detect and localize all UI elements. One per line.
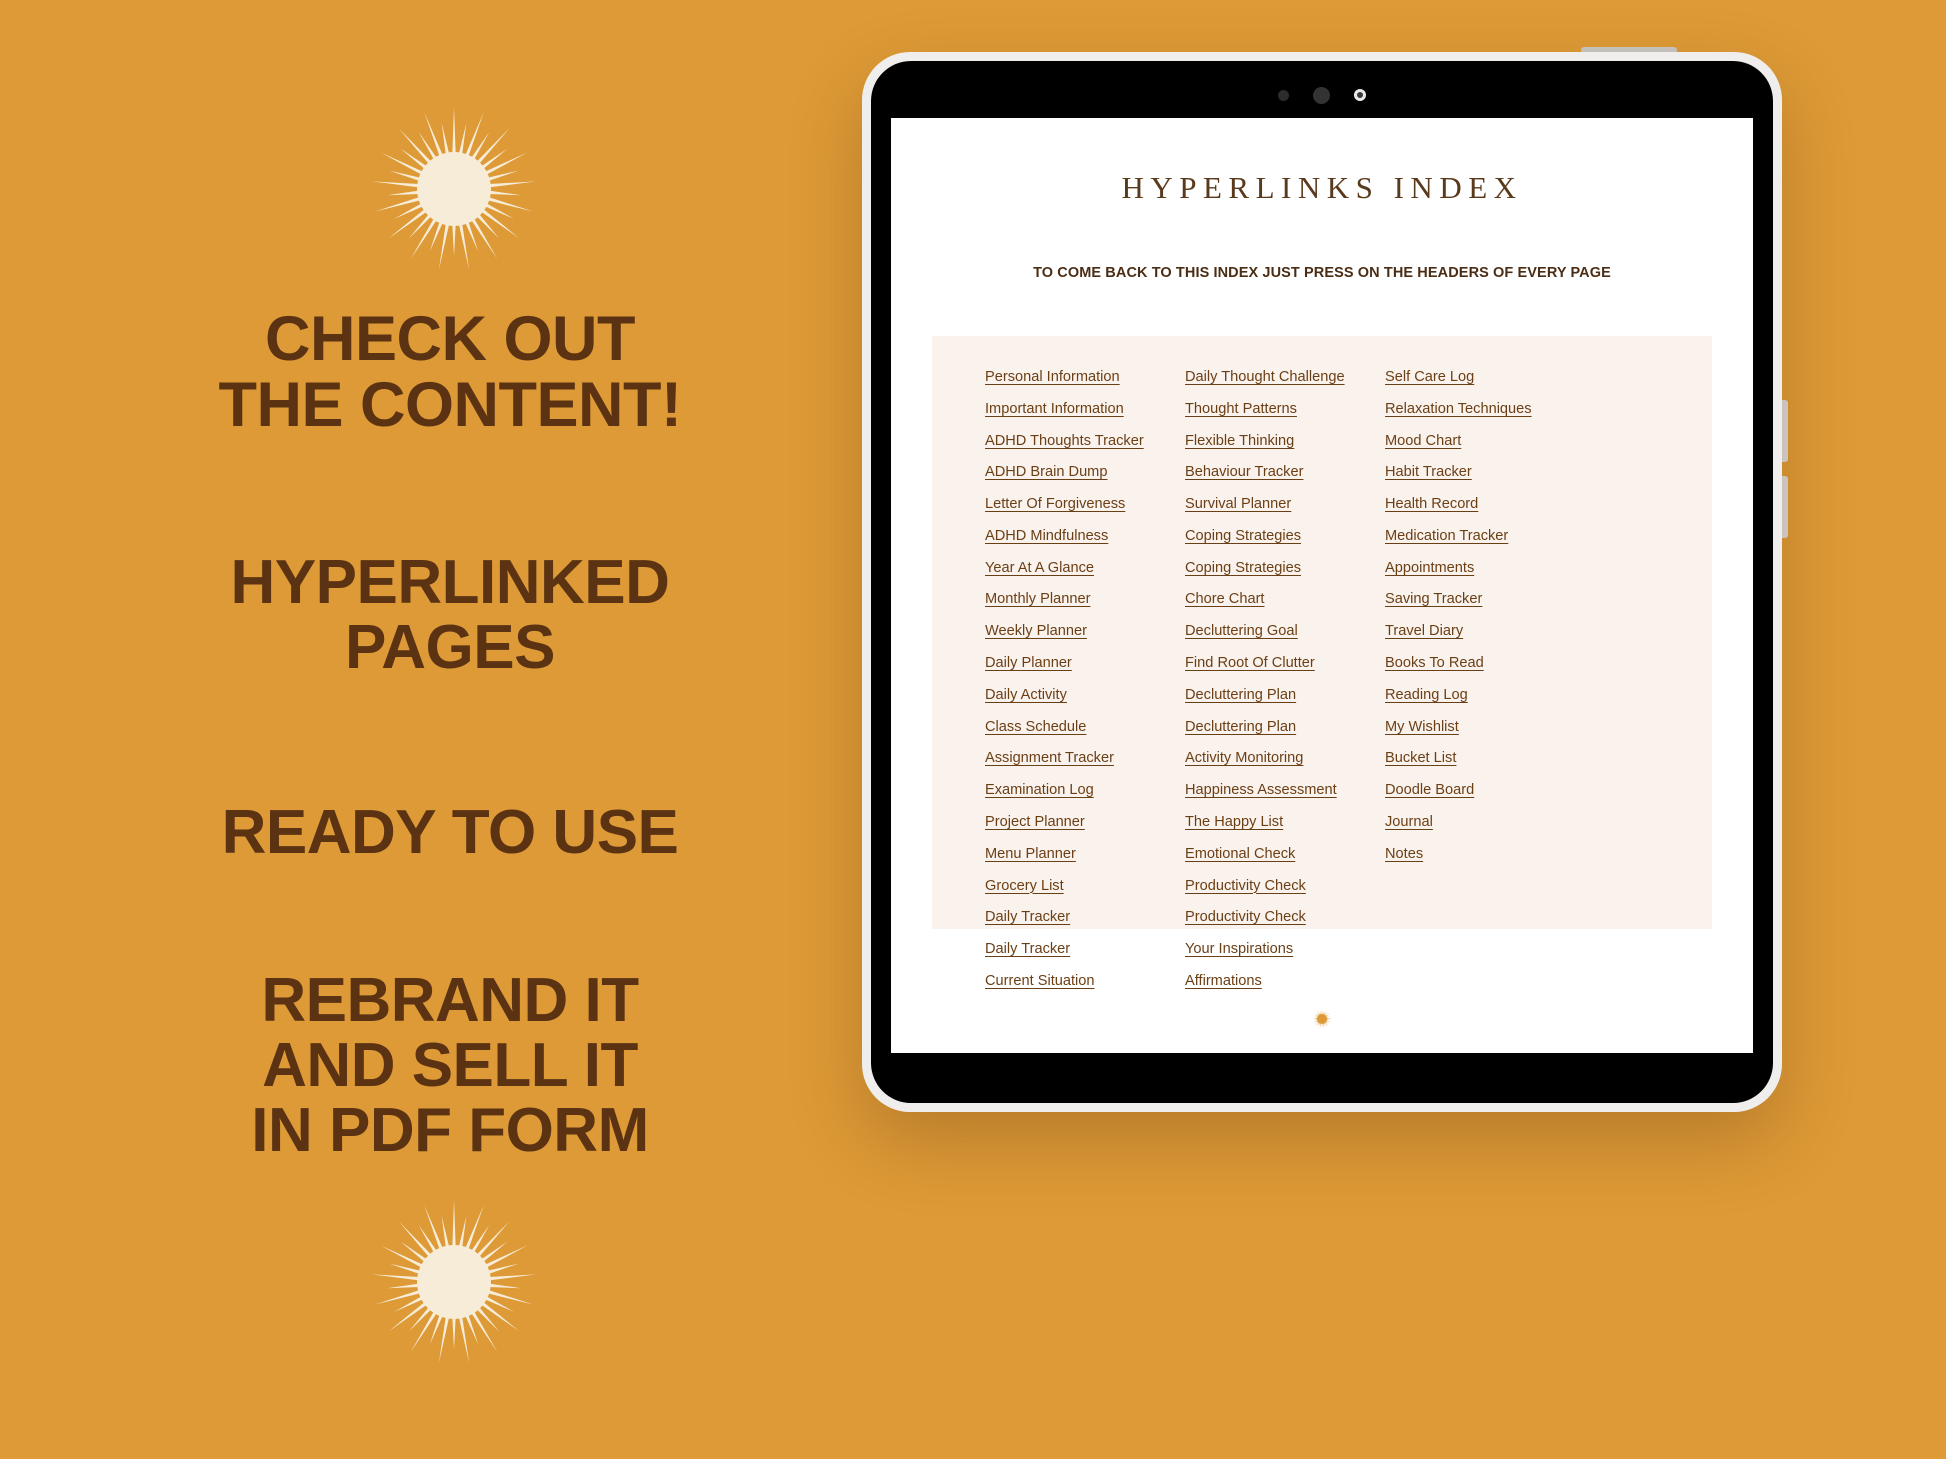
hyperlink-item[interactable]: Doodle Board bbox=[1385, 783, 1575, 798]
hyperlink-item[interactable]: Affirmations bbox=[1185, 974, 1385, 989]
volume-up-button[interactable] bbox=[1781, 400, 1788, 462]
hyperlink-item[interactable]: Flexible Thinking bbox=[1185, 433, 1385, 449]
hyperlink-column-2: Daily Thought Challenge Thought Patterns F… bbox=[1185, 370, 1385, 1006]
hyperlink-item[interactable]: Habit Tracker bbox=[1385, 465, 1575, 480]
page-title: HYPERLINKS INDEX bbox=[1121, 170, 1523, 205]
hyperlink-item[interactable]: Health Record bbox=[1385, 497, 1575, 512]
headline-line: THE CONTENT! bbox=[218, 370, 682, 441]
hyperlink-item[interactable]: ADHD Thoughts Tracker bbox=[985, 433, 1185, 449]
hyperlink-item[interactable]: Journal bbox=[1385, 815, 1575, 830]
hyperlink-item[interactable]: Happiness Assessment bbox=[1185, 783, 1385, 798]
hyperlink-item[interactable]: Daily Activity bbox=[985, 688, 1185, 703]
sun-icon bbox=[372, 106, 536, 270]
hyperlink-item[interactable]: Thought Patterns bbox=[1185, 402, 1385, 417]
headline-line: READY TO USE bbox=[221, 798, 679, 867]
tablet-screen: HYPERLINKS INDEX TO COME BACK TO THIS IN… bbox=[871, 61, 1773, 1103]
hyperlink-column-3: Self Care Log Relaxation Techniques Mood C… bbox=[1385, 370, 1575, 1006]
headline-hyperlinked-pages: HYPERLINKED PAGES bbox=[0, 550, 900, 680]
hyperlink-item[interactable]: Class Schedule bbox=[985, 719, 1185, 735]
hyperlink-item[interactable]: Relaxation Techniques bbox=[1385, 402, 1575, 417]
sun-icon bbox=[1312, 1009, 1332, 1029]
hyperlink-columns: Personal Information Important Informatio… bbox=[932, 370, 1712, 1006]
hyperlink-item[interactable]: Grocery List bbox=[985, 878, 1185, 894]
hyperlink-item[interactable]: Activity Monitoring bbox=[1185, 751, 1385, 766]
headline-line: CHECK OUT bbox=[265, 304, 636, 374]
headline-line: REBRAND IT bbox=[261, 966, 639, 1035]
hyperlink-item[interactable]: Project Planner bbox=[985, 815, 1185, 830]
hyperlink-item[interactable]: Monthly Planner bbox=[985, 592, 1185, 607]
tablet-frame: HYPERLINKS INDEX TO COME BACK TO THIS IN… bbox=[862, 52, 1782, 1112]
hyperlink-item[interactable]: Examination Log bbox=[985, 783, 1185, 798]
hyperlink-item[interactable]: Travel Diary bbox=[1385, 624, 1575, 639]
hyperlink-item[interactable]: Year At A Glance bbox=[985, 561, 1185, 576]
hyperlinks-panel: Personal Information Important Informatio… bbox=[932, 336, 1712, 988]
hyperlink-item[interactable]: Daily Planner bbox=[985, 656, 1185, 671]
hyperlink-item[interactable]: Personal Information bbox=[985, 370, 1185, 385]
headline-line: AND SELL IT bbox=[262, 1031, 638, 1101]
hyperlink-item[interactable]: Mood Chart bbox=[1385, 433, 1575, 449]
headline-line: PAGES bbox=[345, 613, 555, 683]
marketing-panel: CHECK OUT THE CONTENT! HYPERLINKED PAGES… bbox=[0, 0, 900, 1459]
hyperlink-item[interactable]: Daily Tracker bbox=[985, 942, 1185, 957]
camera-lens-icon bbox=[1313, 86, 1330, 104]
hyperlink-item[interactable]: Medication Tracker bbox=[1385, 529, 1575, 544]
hyperlink-item[interactable]: Daily Thought Challenge bbox=[1185, 370, 1385, 385]
hyperlink-item[interactable]: Bucket List bbox=[1385, 751, 1575, 766]
hyperlink-item[interactable]: Coping Strategies bbox=[1185, 561, 1385, 576]
headline-ready-to-use: READY TO USE bbox=[0, 800, 900, 865]
tablet-device: HYPERLINKS INDEX TO COME BACK TO THIS IN… bbox=[862, 47, 1788, 1112]
sensor-dot-icon bbox=[1278, 89, 1289, 101]
hyperlink-item[interactable]: Daily Tracker bbox=[985, 910, 1185, 925]
hyperlink-item[interactable]: Productivity Check bbox=[1185, 910, 1385, 925]
sun-icon bbox=[372, 1199, 536, 1363]
hyperlink-item[interactable]: ADHD Brain Dump bbox=[985, 465, 1185, 480]
hyperlink-item[interactable]: Assignment Tracker bbox=[985, 751, 1185, 766]
hyperlink-item[interactable]: Current Situation bbox=[985, 974, 1185, 989]
hyperlink-item[interactable]: Find Root Of Clutter bbox=[1185, 656, 1385, 671]
hyperlink-item[interactable]: Weekly Planner bbox=[985, 624, 1185, 639]
hyperlink-item[interactable]: Emotional Check bbox=[1185, 847, 1385, 862]
hyperlink-item[interactable]: Productivity Check bbox=[1185, 878, 1385, 894]
hyperlink-item[interactable]: Survival Planner bbox=[1185, 497, 1385, 512]
hyperlink-item[interactable]: My Wishlist bbox=[1385, 719, 1575, 735]
hyperlink-item[interactable]: Appointments bbox=[1385, 561, 1575, 576]
page-subtitle: TO COME BACK TO THIS INDEX JUST PRESS ON… bbox=[1033, 265, 1611, 281]
hyperlink-item[interactable]: The Happy List bbox=[1185, 815, 1385, 830]
hyperlink-item[interactable]: Decluttering Plan bbox=[1185, 688, 1385, 703]
hyperlink-item[interactable]: Decluttering Goal bbox=[1185, 624, 1385, 639]
document-page: HYPERLINKS INDEX TO COME BACK TO THIS IN… bbox=[891, 118, 1753, 1053]
hyperlink-item[interactable]: Reading Log bbox=[1385, 688, 1575, 703]
hyperlink-item[interactable]: Letter Of Forgiveness bbox=[985, 497, 1185, 512]
hyperlink-item[interactable]: Behaviour Tracker bbox=[1185, 465, 1385, 480]
hyperlink-item[interactable]: Chore Chart bbox=[1185, 592, 1385, 607]
sensor-row bbox=[871, 86, 1773, 104]
hyperlink-item[interactable]: Saving Tracker bbox=[1385, 592, 1575, 607]
headline-rebrand-and-sell: REBRAND IT AND SELL IT IN PDF FORM bbox=[0, 968, 900, 1163]
headline-line: HYPERLINKED bbox=[230, 548, 670, 617]
hyperlink-item[interactable]: Important Information bbox=[985, 402, 1185, 417]
hyperlink-item[interactable]: Coping Strategies bbox=[1185, 529, 1385, 544]
hyperlink-item[interactable]: Your Inspirations bbox=[1185, 942, 1385, 957]
hyperlink-item[interactable]: Self Care Log bbox=[1385, 370, 1575, 385]
hyperlink-item[interactable]: ADHD Mindfulness bbox=[985, 529, 1185, 544]
hyperlink-item[interactable]: Decluttering Plan bbox=[1185, 719, 1385, 735]
volume-down-button[interactable] bbox=[1781, 476, 1788, 538]
headline-check-out-the-content: CHECK OUT THE CONTENT! bbox=[0, 306, 900, 438]
hyperlink-column-1: Personal Information Important Informatio… bbox=[985, 370, 1185, 1006]
headline-line: IN PDF FORM bbox=[251, 1096, 649, 1166]
hyperlink-item[interactable]: Books To Read bbox=[1385, 656, 1575, 671]
hyperlink-item[interactable]: Menu Planner bbox=[985, 847, 1185, 862]
indicator-light-icon bbox=[1354, 89, 1366, 101]
hyperlink-item[interactable]: Notes bbox=[1385, 847, 1575, 862]
